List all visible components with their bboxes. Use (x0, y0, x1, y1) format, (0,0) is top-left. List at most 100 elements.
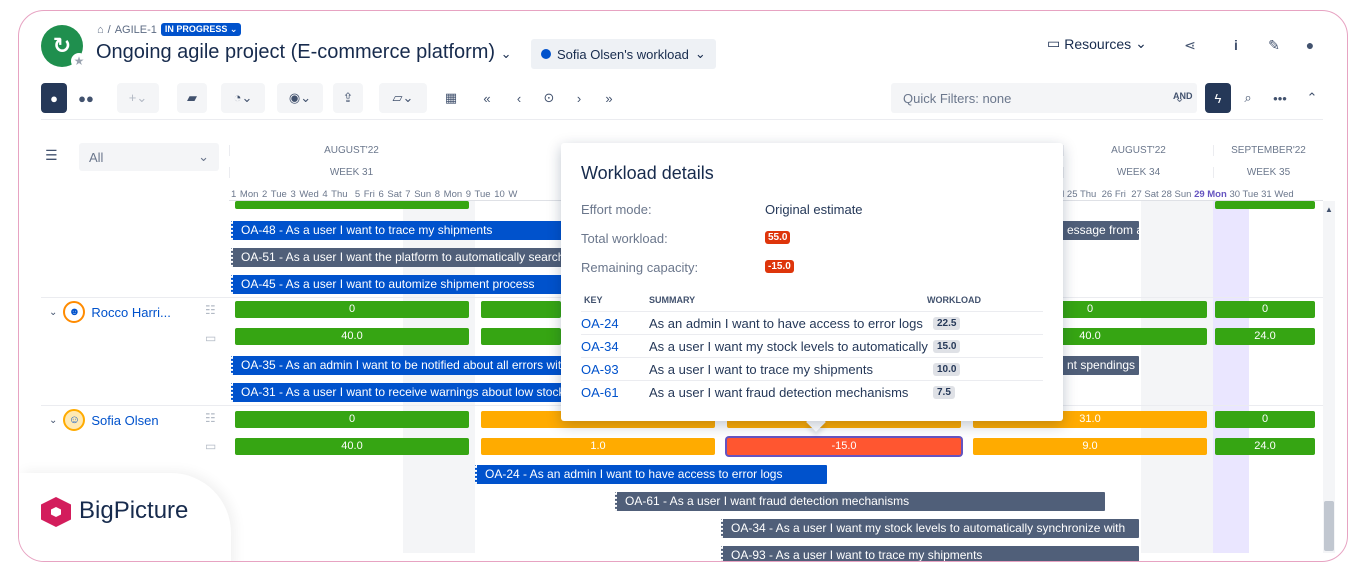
workload-view-select[interactable]: Sofia Olsen's workload ⌄ (531, 39, 716, 69)
task-bar[interactable]: OA-51 - As a user I want the platform to… (231, 248, 571, 267)
week-label: WEEK 35 (1213, 167, 1323, 178)
share-icon[interactable]: ⋖ (1175, 31, 1205, 59)
day-labels-left: 1 Mon 2 Tue 3 Wed 4 Thu 5 Fri 6 Sat 7 Su… (231, 189, 518, 200)
scrollbar-thumb[interactable] (1324, 501, 1334, 551)
and-toggle[interactable]: AND (1173, 91, 1193, 101)
chevron-down-icon[interactable]: ⌄ (49, 415, 57, 426)
ruler-menu[interactable]: ▱⌄ (379, 83, 427, 113)
avatar: ☺ (63, 409, 86, 431)
capacity-bar[interactable]: 0 (1215, 301, 1315, 318)
breadcrumb-project[interactable]: AGILE-1 (115, 24, 157, 36)
effort-value: Original estimate (765, 202, 863, 217)
dashboard-menu[interactable]: ◔⌄ (221, 83, 265, 113)
scroll-left-icon[interactable]: ‹ (505, 83, 533, 113)
capacity-bar[interactable]: 0 (235, 411, 469, 428)
issue-summary: As a user I want fraud detection mechani… (649, 384, 909, 400)
checklist-icon: ☷ (205, 303, 216, 317)
toolbar-divider (41, 119, 1323, 120)
workload-bar[interactable]: 40.0 (235, 438, 469, 455)
table-row[interactable]: OA-34 As a user I want my stock levels to… (581, 334, 1043, 357)
capacity-bar[interactable] (1215, 201, 1315, 209)
col-key: KEY (584, 295, 603, 305)
scroll-far-left-icon[interactable]: « (473, 83, 501, 113)
workload-bar-overloaded[interactable]: -15.0 (727, 438, 961, 455)
more-icon[interactable]: ••• (1265, 83, 1295, 113)
breadcrumb: ⌂ / AGILE-1 IN PROGRESS ⌄ (97, 23, 242, 36)
lightning-button[interactable]: ϟ (1205, 83, 1231, 113)
brand-name: BigPicture (79, 497, 189, 524)
task-bar[interactable]: OA-48 - As a user I want to trace my shi… (231, 221, 571, 240)
task-bar[interactable]: OA-35 - As an admin I want to be notifie… (231, 356, 571, 375)
view-dot-icon (541, 49, 551, 59)
page-title[interactable]: Ongoing agile project (E-commerce platfo… (96, 41, 512, 64)
scroll-far-right-icon[interactable]: » (595, 83, 623, 113)
home-icon[interactable]: ⌂ (97, 24, 104, 36)
issue-key-link[interactable]: OA-34 (581, 339, 649, 354)
single-user-view-button[interactable]: ● (41, 83, 67, 113)
resources-menu[interactable]: ▭ Resources ⌄ (1047, 35, 1147, 52)
workload-bar[interactable]: 24.0 (1215, 328, 1315, 345)
checklist-icon: ☷ (205, 411, 216, 425)
hat-icon[interactable]: ▰ (177, 83, 207, 113)
col-workload: WORKLOAD (927, 295, 981, 305)
view-eye-menu[interactable]: ◉⌄ (277, 83, 323, 113)
issue-key-link[interactable]: OA-93 (581, 362, 649, 377)
calendar-icon[interactable]: ▦ (437, 83, 465, 113)
capacity-bar[interactable]: 0 (1215, 411, 1315, 428)
team-view-button[interactable]: ●● (73, 83, 99, 113)
scroll-right-icon[interactable]: › (565, 83, 593, 113)
table-row[interactable]: OA-61 As a user I want fraud detection me… (581, 380, 1043, 403)
chevron-down-icon[interactable]: ⌄ (49, 307, 57, 318)
capacity-bar[interactable] (481, 301, 561, 318)
avatar: ☻ (63, 301, 86, 323)
col-summary: SUMMARY (649, 295, 696, 305)
today-icon[interactable]: ⊙ (535, 83, 563, 113)
capacity-bar[interactable] (235, 201, 469, 209)
task-bar[interactable]: OA-34 - As a user I want my stock levels… (721, 519, 1139, 538)
app-frame: ↻ ★ ⌂ / AGILE-1 IN PROGRESS ⌄ Ongoing agi… (18, 10, 1348, 562)
task-bar[interactable]: OA-24 - As an admin I want to have acces… (475, 465, 827, 484)
remaining-label: Remaining capacity: (581, 260, 699, 275)
table-row[interactable]: OA-93 As a user I want to trace my shipme… (581, 357, 1043, 380)
issue-summary: As a user I want my stock levels to auto… (649, 338, 928, 354)
workload-value: 7.5 (933, 385, 955, 399)
workload-bar[interactable]: 9.0 (973, 438, 1207, 455)
list-icon[interactable]: ☰ (45, 147, 58, 164)
task-bar[interactable]: essage from a (1059, 221, 1139, 240)
capacity-bar[interactable]: 0 (235, 301, 469, 318)
task-bar[interactable]: OA-61 - As a user I want fraud detection… (615, 492, 1105, 511)
info-icon[interactable]: i (1221, 31, 1251, 59)
collapse-icon[interactable]: ⌃ (1299, 83, 1325, 113)
issue-key-link[interactable]: OA-24 (581, 316, 649, 331)
search-icon[interactable]: ⌕ (1235, 83, 1261, 113)
workload-details-popup: Workload details Effort mode: Original es… (561, 143, 1063, 421)
task-bar[interactable]: nt spendings (1059, 356, 1139, 375)
add-button[interactable]: +⌄ (117, 83, 159, 113)
effort-label: Effort mode: (581, 202, 652, 217)
total-value: 55.0 (765, 231, 791, 244)
settings-wrench-icon[interactable]: ✎ (1259, 31, 1289, 59)
remaining-value: -15.0 (765, 260, 794, 273)
export-icon[interactable]: ⇪ (333, 83, 363, 113)
task-bar[interactable]: OA-45 - As a user I want to automize shi… (231, 275, 571, 294)
workload-icon: ▭ (205, 439, 217, 453)
workload-bar[interactable]: 40.0 (235, 328, 469, 345)
person-sofia[interactable]: ⌄ ☺ Sofia Olsen (49, 409, 159, 431)
workload-bar[interactable] (481, 328, 561, 345)
table-row[interactable]: OA-24 As an admin I want to have access t… (581, 311, 1043, 334)
popup-title: Workload details (581, 163, 714, 183)
workload-bar[interactable]: 1.0 (481, 438, 715, 455)
scroll-up-icon[interactable]: ▲ (1325, 205, 1333, 214)
status-badge[interactable]: IN PROGRESS ⌄ (160, 23, 242, 36)
person-rocco[interactable]: ⌄ ☻ Rocco Harri... (49, 301, 171, 323)
group-filter-select[interactable]: All ⌄ (79, 143, 219, 171)
favorite-star-icon[interactable]: ★ (71, 53, 87, 69)
task-bar[interactable]: OA-93 - As a user I want to trace my shi… (721, 546, 1139, 561)
quick-filters-select[interactable]: Quick Filters: none ⌄ (891, 83, 1197, 113)
month-label: AUGUST'22 (1063, 145, 1213, 156)
task-bar[interactable]: OA-31 - As a user I want to receive warn… (231, 383, 571, 402)
issue-key-link[interactable]: OA-61 (581, 385, 649, 400)
user-icon[interactable]: ● (1295, 31, 1325, 59)
workload-bar[interactable]: 24.0 (1215, 438, 1315, 455)
month-label: AUGUST'22 (229, 145, 473, 156)
